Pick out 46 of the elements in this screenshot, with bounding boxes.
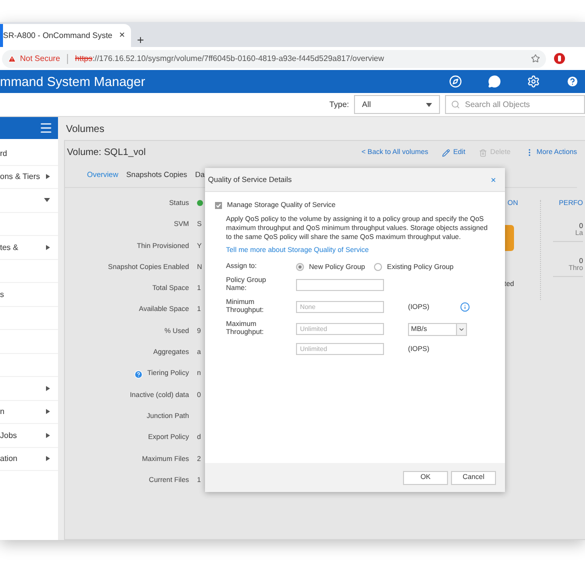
caret-right-icon [46, 386, 50, 391]
compass-icon[interactable] [449, 75, 462, 88]
browser-tab[interactable]: SR-A800 - OnCommand Syste × [0, 24, 131, 47]
sidebar-item[interactable]: ons & Tiers [0, 166, 58, 189]
sidebar-item[interactable]: n [0, 400, 58, 424]
input-field[interactable] [296, 279, 384, 291]
sidebar-item[interactable]: s [0, 283, 58, 306]
type-label: Type: [329, 100, 349, 109]
caret-right-icon [46, 244, 50, 250]
close-button[interactable]: × [490, 174, 496, 184]
status-icon [197, 200, 203, 206]
help-icon[interactable] [566, 75, 579, 88]
caret-down-icon [426, 102, 432, 106]
caret-right-icon [46, 174, 50, 180]
type-select[interactable]: All [354, 95, 440, 114]
info-icon[interactable] [460, 302, 470, 312]
chevron-down-icon [458, 326, 465, 332]
search-field[interactable]: Search all Objects [445, 95, 585, 114]
address-bar[interactable]: Not Secure https://176.16.52.10/sysmgr/volume/7ff6045b-0160-4819-a93e-f445d529a817/overview [2, 50, 546, 68]
search-icon [451, 100, 460, 109]
caret-right-icon [46, 456, 50, 462]
radio-icon[interactable] [374, 263, 382, 271]
sidebar-item[interactable]: Jobs [0, 424, 58, 448]
menu-icon[interactable] [39, 121, 53, 135]
sidebar-item[interactable]: tes & [0, 236, 58, 260]
sidebar-item[interactable]: ation [0, 448, 58, 471]
security-label: Not Secure [20, 54, 60, 63]
app-title: mmand System Manager [0, 74, 146, 89]
url-text: https://176.16.52.10/sysmgr/volume/7ff6045b-0160-4819-a93e-f445d529a817/overview [75, 54, 384, 63]
sidebar-item[interactable]: rd [0, 142, 58, 166]
page-title: Volumes [65, 123, 106, 137]
volume-title: Volume: SQL1_vol [67, 147, 146, 158]
pencil-icon [442, 148, 450, 156]
trash-icon [479, 148, 488, 156]
settings-icon[interactable] [527, 75, 540, 88]
caret-right-icon [46, 409, 50, 414]
caret-down-icon [44, 198, 50, 202]
close-tab-button[interactable]: × [119, 30, 125, 41]
warning-icon [8, 54, 16, 62]
caret-right-icon [46, 432, 50, 438]
new-tab-button[interactable]: + [137, 33, 144, 47]
shield-icon[interactable] [554, 53, 565, 64]
star-icon[interactable] [531, 54, 540, 63]
checkbox[interactable] [215, 202, 222, 209]
radio-icon[interactable] [296, 263, 304, 271]
chat-icon[interactable] [488, 75, 501, 88]
